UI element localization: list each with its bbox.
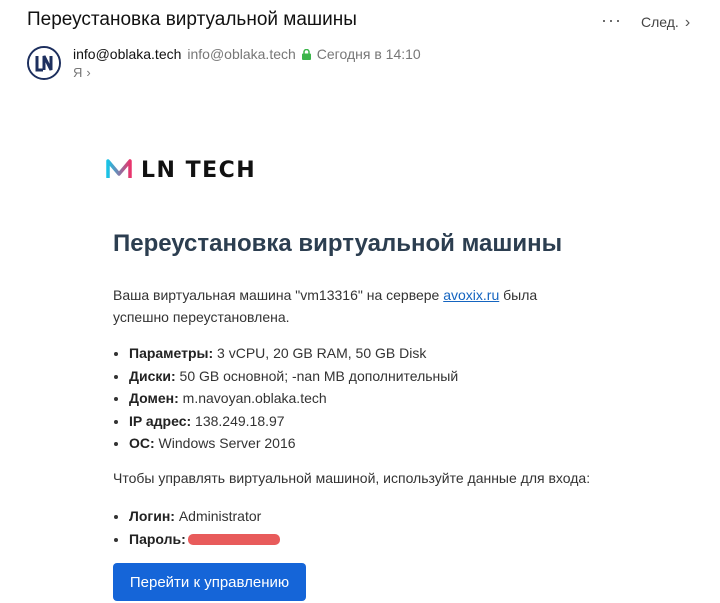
next-label: След.	[641, 14, 679, 30]
vm-specs-list: Параметры: 3 vCPU, 20 GB RAM, 50 GB Disk…	[113, 342, 458, 455]
sender-name[interactable]: info@oblaka.tech	[73, 46, 181, 62]
list-item: Домен: m.navoyan.oblaka.tech	[129, 387, 458, 410]
cred-label: Логин:	[129, 508, 175, 524]
chevron-right-icon: ›	[684, 14, 691, 31]
spec-value: 138.249.18.97	[191, 412, 285, 429]
intro-paragraph: Ваша виртуальная машина "vm13316" на сер…	[113, 284, 583, 328]
spec-label: Домен:	[129, 390, 179, 407]
sender-email[interactable]: info@oblaka.tech	[187, 46, 295, 62]
spec-value: Windows Server 2016	[154, 435, 296, 452]
list-item: ОС: Windows Server 2016	[129, 432, 458, 455]
next-email-button[interactable]: След. ›	[641, 14, 690, 32]
go-to-management-button[interactable]: Перейти к управлению	[113, 563, 306, 601]
server-link[interactable]: avoxix.ru	[443, 287, 499, 303]
lock-icon	[301, 47, 311, 63]
more-options-icon[interactable]: ···	[601, 10, 622, 31]
credentials-list: Логин: Administrator Пароль:	[113, 505, 280, 551]
spec-value: m.navoyan.oblaka.tech	[178, 390, 327, 407]
list-item: Логин: Administrator	[129, 505, 280, 528]
spec-label: IP адрес:	[129, 412, 192, 429]
ln-tech-logo-icon	[105, 156, 133, 187]
list-item: Пароль:	[129, 528, 280, 551]
list-item: IP адрес: 138.249.18.97	[129, 410, 458, 433]
spec-label: Параметры:	[129, 345, 214, 361]
list-item: Диски: 50 GB основной; -nan MB дополните…	[129, 365, 458, 388]
email-time: Сегодня в 14:10	[316, 46, 421, 62]
sender-line: info@oblaka.tech info@oblaka.tech Сегодня …	[73, 46, 421, 63]
spec-label: Диски:	[129, 367, 176, 384]
spec-value: 3 vCPU, 20 GB RAM, 50 GB Disk	[213, 345, 427, 361]
list-item: Параметры: 3 vCPU, 20 GB RAM, 50 GB Disk	[129, 342, 458, 365]
email-subject: Переустановка виртуальной машины	[27, 9, 357, 30]
recipient-toggle[interactable]: Я ›	[73, 65, 91, 80]
chevron-right-icon: ›	[86, 65, 91, 80]
email-heading: Переустановка виртуальной машины	[113, 230, 563, 257]
logo-text: LN TECH	[141, 158, 257, 183]
cred-label: Пароль:	[129, 531, 186, 547]
spec-label: ОС:	[129, 435, 155, 452]
intro-text-before: Ваша виртуальная машина "vm13316" на сер…	[113, 287, 444, 303]
spec-value: 50 GB основной; -nan MB дополнительный	[175, 367, 459, 384]
sender-avatar[interactable]	[27, 46, 61, 80]
password-redaction	[187, 534, 280, 545]
login-intro: Чтобы управлять виртуальной машиной, исп…	[113, 470, 591, 486]
cred-value: Administrator	[174, 508, 262, 524]
recipient-label: Я	[73, 65, 83, 80]
ln-avatar-logo	[29, 48, 59, 78]
